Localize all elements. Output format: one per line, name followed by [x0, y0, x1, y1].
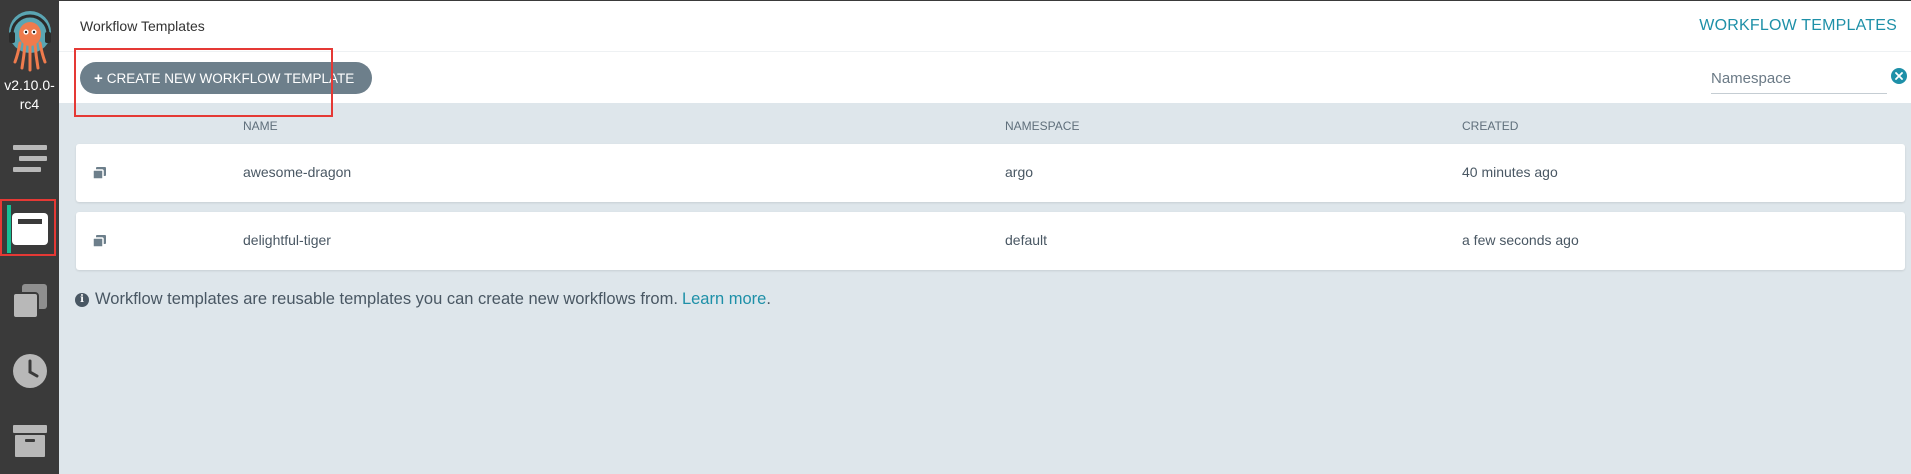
page-title: Workflow Templates [80, 18, 205, 34]
top-bar: Workflow Templates WORKFLOW TEMPLATES [59, 0, 1911, 52]
clone-icon [12, 284, 47, 318]
nav-workflow-templates[interactable] [0, 200, 59, 258]
clear-namespace-icon[interactable] [1891, 68, 1907, 84]
main-content: Workflow Templates WORKFLOW TEMPLATES + … [59, 0, 1911, 474]
nav-archived-workflows[interactable] [0, 412, 59, 470]
window-icon [11, 213, 48, 245]
row-created: a few seconds ago [1462, 232, 1579, 248]
create-workflow-template-button[interactable]: + CREATE NEW WORKFLOW TEMPLATE [80, 62, 373, 94]
version-label: v2.10.0-rc4 [4, 77, 55, 112]
row-name: awesome-dragon [243, 164, 352, 180]
table-header: NAME NAMESPACE CREATED [59, 116, 1911, 136]
row-name: delightful-tiger [243, 232, 331, 248]
clone-icon [92, 166, 106, 182]
column-header-name: NAME [243, 119, 278, 133]
plus-icon: + [94, 69, 103, 87]
nav-workflows[interactable] [0, 130, 59, 188]
section-label: WORKFLOW TEMPLATES [1699, 17, 1897, 34]
table-row[interactable]: delightful-tiger default a few seconds a… [76, 212, 1905, 270]
stream-icon [12, 144, 47, 174]
create-button-label: CREATE NEW WORKFLOW TEMPLATE [106, 70, 355, 86]
info-message: i Workflow templates are reusable templa… [75, 290, 771, 309]
learn-more-link[interactable]: Learn more [682, 290, 766, 309]
clock-icon [12, 354, 47, 388]
toolbar: + CREATE NEW WORKFLOW TEMPLATE [59, 52, 1911, 103]
info-text: Workflow templates are reusable template… [95, 290, 678, 308]
sidebar: v2.10.0-rc4 [0, 0, 59, 474]
row-namespace: argo [1005, 164, 1034, 180]
table-row[interactable]: awesome-dragon argo 40 minutes ago [76, 144, 1905, 202]
namespace-filter [1711, 64, 1887, 94]
column-header-namespace: NAMESPACE [1005, 119, 1080, 133]
nav-cron-workflows[interactable] [0, 342, 59, 400]
row-namespace: default [1005, 232, 1048, 248]
namespace-input[interactable] [1711, 64, 1887, 93]
info-icon: i [75, 292, 89, 307]
clone-icon [92, 234, 106, 250]
nav-cluster-workflow-templates[interactable] [0, 272, 59, 330]
column-header-created: CREATED [1462, 119, 1519, 133]
archive-icon [12, 425, 47, 457]
argo-logo-icon[interactable] [6, 10, 54, 72]
info-suffix: . [766, 290, 771, 308]
row-created: 40 minutes ago [1462, 164, 1558, 180]
